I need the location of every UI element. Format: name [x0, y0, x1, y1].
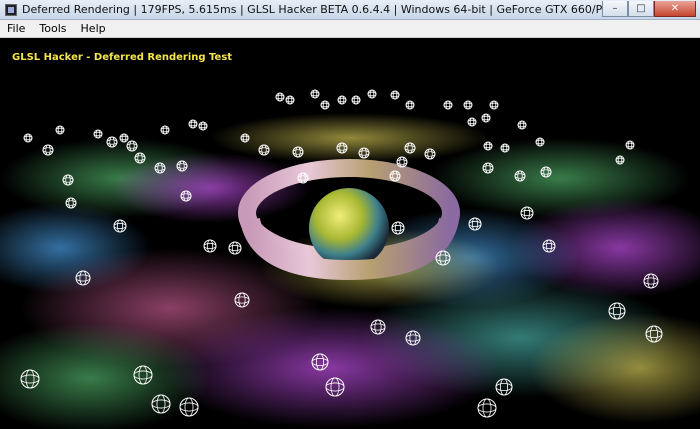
light-marker-icon [240, 133, 250, 143]
light-marker-icon [482, 162, 494, 174]
light-marker-icon [435, 250, 451, 266]
light-marker-icon [608, 302, 626, 320]
app-icon [5, 3, 17, 16]
light-marker-icon [367, 89, 377, 99]
light-marker-icon [20, 369, 40, 389]
light-marker-icon [389, 170, 401, 182]
light-marker-icon [463, 100, 473, 110]
light-marker-icon [258, 144, 270, 156]
light-marker-icon [625, 140, 635, 150]
light-marker-icon [370, 319, 386, 335]
render-viewport[interactable]: GLSL Hacker - Deferred Rendering Test [0, 38, 700, 429]
menu-help[interactable]: Help [74, 22, 113, 35]
light-marker-icon [540, 166, 552, 178]
light-marker-icon [391, 221, 405, 235]
light-marker-icon [483, 141, 493, 151]
light-marker-icon [203, 239, 217, 253]
light-marker-icon [292, 146, 304, 158]
light-marker-icon [643, 273, 659, 289]
window-controls: – □ ✕ [602, 0, 696, 19]
light-marker-icon [93, 129, 103, 139]
light-marker-icon [514, 170, 526, 182]
maximize-button[interactable]: □ [628, 0, 654, 17]
light-marker-icon [180, 190, 192, 202]
light-marker-icon [133, 365, 153, 385]
light-marker-icon [481, 113, 491, 123]
light-marker-icon [337, 95, 347, 105]
light-marker-icon [179, 397, 199, 417]
light-marker-icon [160, 125, 170, 135]
light-marker-icon [615, 155, 625, 165]
overlay-title: GLSL Hacker - Deferred Rendering Test [12, 52, 233, 63]
light-marker-icon [188, 119, 198, 129]
light-marker-icon [75, 270, 91, 286]
light-marker-icon [468, 217, 482, 231]
light-marker-icon [176, 160, 188, 172]
light-marker-icon [336, 142, 348, 154]
light-marker-icon [65, 197, 77, 209]
light-marker-icon [467, 117, 477, 127]
light-marker-icon [228, 241, 242, 255]
light-marker-icon [424, 148, 436, 160]
light-marker-icon [405, 100, 415, 110]
close-button[interactable]: ✕ [654, 0, 696, 17]
light-marker-icon [234, 292, 250, 308]
light-marker-icon [106, 136, 118, 148]
light-marker-icon [325, 377, 345, 397]
light-marker-icon [358, 147, 370, 159]
light-marker-icon [542, 239, 556, 253]
light-marker-icon [396, 156, 408, 168]
light-marker-icon [495, 378, 513, 396]
app-window: Deferred Rendering | 179FPS, 5.615ms | G… [0, 0, 700, 429]
light-marker-icon [489, 100, 499, 110]
light-marker-icon [119, 133, 129, 143]
light-marker-icon [405, 330, 421, 346]
light-marker-icon [154, 162, 166, 174]
light-marker-icon [134, 152, 146, 164]
light-marker-icon [351, 95, 361, 105]
light-marker-icon [62, 174, 74, 186]
light-marker-icon [390, 90, 400, 100]
light-marker-icon [275, 92, 285, 102]
light-marker-icon [23, 133, 33, 143]
light-marker-icon [42, 144, 54, 156]
light-marker-icon [285, 95, 295, 105]
light-marker-icon [520, 206, 534, 220]
light-marker-icon [320, 100, 330, 110]
light-marker-icon [517, 120, 527, 130]
minimize-button[interactable]: – [602, 0, 628, 17]
light-marker-icon [645, 325, 663, 343]
light-marker-icon [310, 89, 320, 99]
light-markers [20, 89, 663, 418]
light-marker-icon [535, 137, 545, 147]
light-marker-icon [113, 219, 127, 233]
title-bar[interactable]: Deferred Rendering | 179FPS, 5.615ms | G… [0, 0, 700, 20]
light-marker-icon [477, 398, 497, 418]
menu-bar: File Tools Help [0, 20, 700, 38]
light-marker-icon [151, 394, 171, 414]
light-marker-icon [55, 125, 65, 135]
light-marker-icon [443, 100, 453, 110]
menu-tools[interactable]: Tools [32, 22, 73, 35]
window-title: Deferred Rendering | 179FPS, 5.615ms | G… [22, 3, 602, 16]
light-marker-icon [311, 353, 329, 371]
light-marker-icon [500, 143, 510, 153]
light-marker-icon [404, 142, 416, 154]
light-marker-icon [297, 172, 309, 184]
light-marker-icon [126, 140, 138, 152]
menu-file[interactable]: File [0, 22, 32, 35]
light-marker-icon [198, 121, 208, 131]
